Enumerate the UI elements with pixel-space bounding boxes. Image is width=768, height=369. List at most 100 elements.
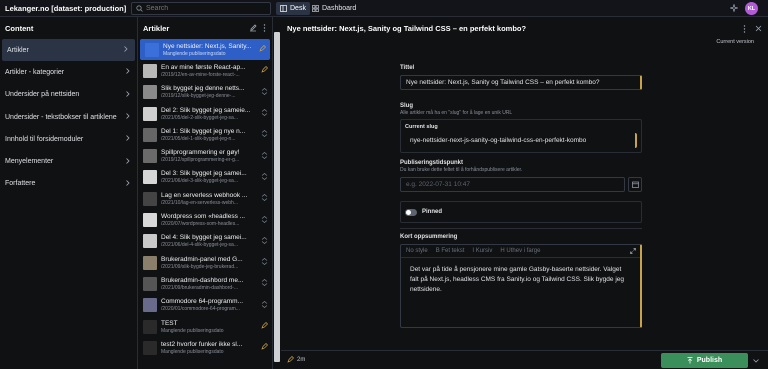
document-list-item[interactable]: Spillprogrammering er gøy!/2019/12/spill…: [138, 145, 272, 166]
user-avatar[interactable]: KL: [745, 2, 758, 15]
pinned-field: Pinned: [400, 201, 642, 223]
current-version-label[interactable]: Current version: [716, 39, 754, 45]
document-list-item[interactable]: TEST Manglende publiseringsdato: [138, 316, 272, 337]
publish-icon: [687, 357, 693, 364]
publish-menu-button[interactable]: [750, 353, 762, 368]
sparkle-icon[interactable]: [730, 4, 738, 12]
title-input[interactable]: Nye nettsider: Next.js, Sanity og Tailwi…: [400, 75, 642, 90]
search-box[interactable]: [131, 2, 271, 15]
highlight-button[interactable]: H Uthev i farge: [500, 248, 540, 254]
document-thumbnail: [143, 298, 157, 313]
document-subtitle: /2021/10/lag-en-serverless-webh...: [161, 199, 238, 206]
style-select[interactable]: No style: [406, 248, 428, 254]
document-list-item[interactable]: Del 4: Slik bygget jeg samei.../2021/06/…: [138, 231, 272, 252]
document-list-item[interactable]: Del 1: Slik bygget jeg nye n.../2021/05/…: [138, 124, 272, 145]
document-list-item[interactable]: Del 3: Slik bygget jeg samei.../2021/06/…: [138, 167, 272, 188]
desk-label: Desk: [290, 5, 306, 12]
italic-button[interactable]: I Kursiv: [472, 248, 492, 254]
bold-button[interactable]: B Fet tekst: [436, 248, 465, 254]
pencil-icon: [259, 66, 269, 75]
project-title[interactable]: Lekanger.no [dataset: production]: [5, 4, 126, 13]
slug-field: Slug Alle artikler må ha en "slug" for å…: [400, 103, 642, 153]
document-list-item[interactable]: Wordpress som «headless .../2020/07/word…: [138, 209, 272, 230]
chevron-right-icon: [126, 135, 130, 143]
content-nav-item[interactable]: Menyelementer: [0, 150, 137, 172]
document-thumbnail: [143, 191, 157, 206]
articles-scrollbar[interactable]: [273, 17, 281, 369]
content-pane: Content Artikler Artikler - kategorier Und…: [0, 17, 138, 369]
new-document-icon[interactable]: [249, 24, 257, 32]
articles-pane: Artikler Nye nettsider: Next.js, Sanity.…: [138, 17, 273, 369]
document-list-item[interactable]: Brukeradmin-dashbord me.../2021/09/bruke…: [138, 273, 272, 294]
content-nav-item[interactable]: Innhold til forsidemoduler: [0, 128, 137, 150]
title-label: Tittel: [400, 65, 415, 71]
document-thumbnail: [143, 85, 157, 100]
published-icon: [259, 151, 269, 161]
slug-input[interactable]: nye-nettsider-next-js-sanity-og-tailwind…: [405, 133, 637, 148]
published-icon: [259, 109, 269, 118]
document-list-item[interactable]: Nye nettsider: Next.js, Sanity... Manglen…: [140, 39, 270, 61]
document-title: En av mine første React-ap...: [161, 63, 246, 71]
document-subtitle: Manglende publiseringsdato: [161, 327, 224, 334]
document-list-item[interactable]: Commodore 64-programm.../2020/01/commodo…: [138, 295, 272, 316]
content-nav-item[interactable]: Artikler: [2, 39, 135, 62]
document-subtitle: /2021/05/del-1-slik-bygget-jeg-n...: [161, 135, 236, 142]
document-subtitle: /2021/09/brukeradmin-dashbord-...: [161, 284, 238, 291]
pinned-label: Pinned: [422, 209, 443, 215]
chevron-down-icon: [753, 358, 759, 363]
document-thumbnail: [143, 106, 157, 121]
document-thumbnail: [143, 63, 157, 78]
document-thumbnail: [143, 127, 157, 142]
document-thumbnail: [143, 170, 157, 185]
content-nav-label: Innhold til forsidemoduler: [5, 135, 84, 143]
date-field: Publiseringstidspunkt Du kan bruke dette…: [400, 160, 642, 192]
summary-text[interactable]: Det var på tide å pensjonere mine gamle …: [401, 258, 640, 302]
document-list-item[interactable]: En av mine første React-ap.../2019/12/en…: [138, 60, 272, 81]
chevron-right-icon: [126, 113, 130, 121]
content-pane-title: Content: [5, 23, 34, 33]
pinned-toggle[interactable]: [405, 208, 417, 216]
document-list-item[interactable]: Slik bygget jeg denne netts.../2019/12/s…: [138, 82, 272, 103]
expand-icon[interactable]: [630, 248, 636, 254]
document-title: Del 1: Slik bygget jeg nye n...: [161, 127, 246, 135]
document-list-item[interactable]: Del 2: Slik bygget jeg sameie.../2021/05…: [138, 103, 272, 124]
document-title: Slik bygget jeg denne netts...: [161, 85, 245, 93]
date-description: Du kan bruke dette feltet til å forhånds…: [400, 167, 523, 173]
summary-editor[interactable]: No style B Fet tekst I Kursiv H Uthev i …: [400, 244, 642, 328]
content-nav-item[interactable]: Undersider - tekstbokser til artiklene: [0, 106, 137, 128]
document-subtitle: /2019/12/slik-bygget-jeg-denne-...: [161, 93, 236, 100]
document-list-item[interactable]: Lag en serverless webhook .../2021/10/la…: [138, 188, 272, 209]
close-icon[interactable]: [755, 25, 762, 32]
pane-menu-icon[interactable]: [263, 24, 266, 32]
search-input[interactable]: [146, 5, 256, 12]
document-title: Lag en serverless webhook ...: [161, 191, 248, 199]
document-title: Commodore 64-programm...: [161, 298, 243, 306]
content-nav-item[interactable]: Undersider på nettsiden: [0, 84, 137, 106]
chevron-right-icon: [126, 157, 130, 166]
document-title: Brukeradmin-dashbord me...: [161, 276, 244, 284]
richtext-toolbar: No style B Fet tekst I Kursiv H Uthev i …: [401, 245, 640, 258]
document-title: Del 3: Slik bygget jeg samei...: [161, 170, 247, 178]
document-title: Spillprogrammering er gøy!: [161, 149, 240, 157]
document-list-item[interactable]: Brukeradmin-panel med G.../2021/09/slik-…: [138, 252, 272, 273]
dashboard-tool[interactable]: Dashboard: [308, 2, 360, 15]
content-nav-item[interactable]: Artikler - kategorier: [0, 61, 137, 83]
calendar-button[interactable]: [628, 177, 642, 192]
editor-menu-icon[interactable]: [743, 25, 746, 33]
content-nav-item[interactable]: Forfattere: [0, 173, 137, 195]
pencil-icon: [259, 322, 269, 331]
document-subtitle: /2019/12/en-av-mine-forste-react-...: [161, 71, 240, 78]
edited-ago: 2m: [297, 356, 306, 363]
chevron-right-icon: [126, 180, 130, 188]
publish-label: Publish: [696, 357, 723, 364]
chevron-right-icon: [126, 68, 130, 76]
date-input[interactable]: e.g. 2022-07-31 10:47: [400, 177, 625, 192]
summary-label: Kort oppsummering: [400, 234, 458, 240]
document-title: Del 2: Slik bygget jeg sameie...: [161, 106, 251, 114]
desk-tool[interactable]: Desk: [276, 2, 310, 15]
chevron-right-icon: [126, 90, 130, 99]
edited-status[interactable]: 2m: [287, 356, 305, 363]
publish-button[interactable]: Publish: [661, 353, 748, 368]
scrollbar-thumb[interactable]: [274, 32, 280, 362]
document-list-item[interactable]: test2 hvorfor funker ikke sl... Manglende…: [138, 337, 272, 358]
